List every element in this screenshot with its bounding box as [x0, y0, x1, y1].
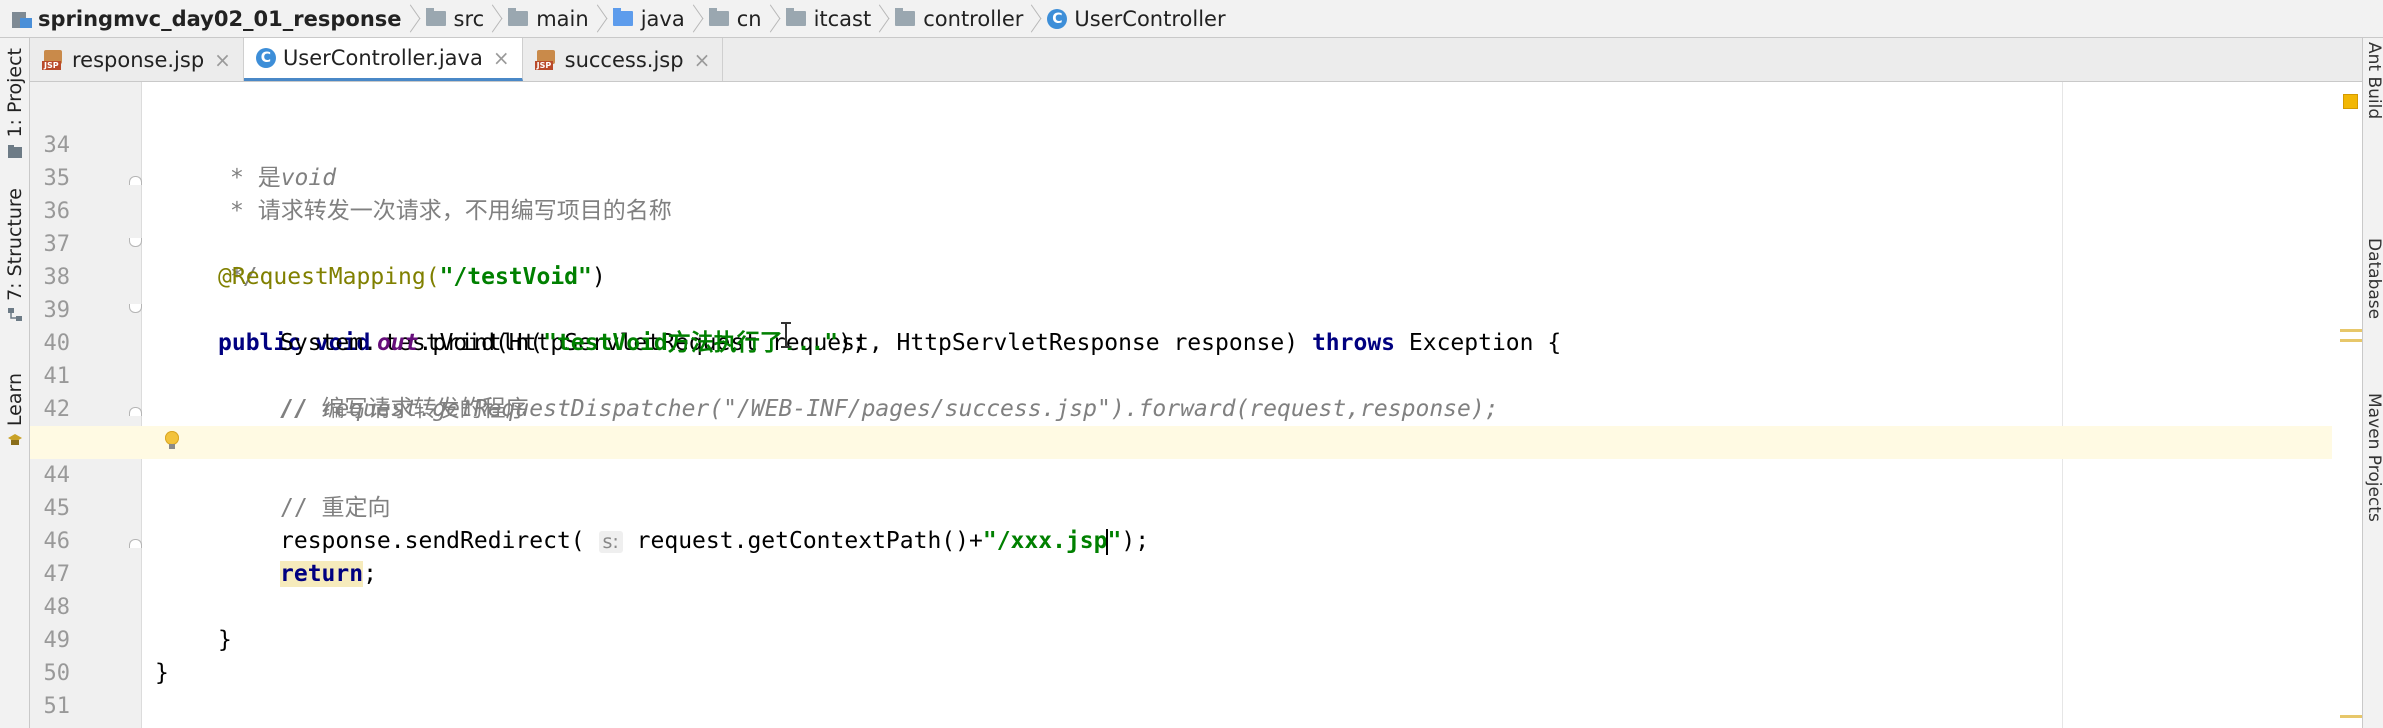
- breadcrumb-main[interactable]: main: [502, 0, 594, 38]
- breadcrumb-label: itcast: [813, 6, 872, 31]
- error-stripe-mark[interactable]: [2340, 329, 2362, 332]
- navigation-bar: springmvc_day02_01_response src main jav…: [0, 0, 2383, 38]
- breadcrumb-separator: [490, 0, 502, 38]
- editor-tabs: response.jsp × C UserController.java × s…: [30, 38, 2362, 82]
- code-line[interactable]: 36 */: [30, 162, 2332, 290]
- project-icon: [8, 144, 22, 158]
- breadcrumb-separator: [1029, 0, 1041, 38]
- tool-window-project[interactable]: 1: Project: [2, 48, 28, 160]
- breadcrumb-label: springmvc_day02_01_response: [38, 6, 402, 31]
- package-icon: [895, 8, 916, 26]
- code-line[interactable]: 38 public void testVoid(HttpServletReque…: [30, 228, 2332, 356]
- tab-label: success.jsp: [564, 47, 684, 72]
- warning-status-icon[interactable]: [2343, 94, 2358, 109]
- close-icon[interactable]: ×: [694, 48, 711, 72]
- code-line[interactable]: 39 System.out.println("testVoid方法执行了..."…: [30, 261, 2332, 356]
- code-line[interactable]: 40 // 编写请求转发的程序: [30, 294, 2332, 422]
- jsp-file-icon: [534, 49, 557, 70]
- fold-icon[interactable]: [128, 403, 142, 416]
- tab-label: response.jsp: [72, 47, 205, 72]
- breadcrumb-label: java: [640, 6, 685, 31]
- fold-icon[interactable]: [128, 172, 142, 185]
- code-line[interactable]: 34 * 是void: [30, 96, 2332, 191]
- code-line[interactable]: 52: [30, 690, 2332, 728]
- module-icon: [12, 10, 32, 28]
- tool-window-ant-build[interactable]: Ant Build: [2364, 42, 2383, 119]
- code-line[interactable]: 50: [30, 624, 2332, 686]
- breadcrumb-label: main: [536, 6, 589, 31]
- code-line[interactable]: 47 }: [30, 525, 2332, 653]
- tab-response-jsp[interactable]: response.jsp ×: [30, 38, 244, 81]
- mouse-ibeam-cursor-icon: [781, 322, 791, 348]
- code-line[interactable]: 49 }: [30, 591, 2332, 686]
- breadcrumb-module[interactable]: springmvc_day02_01_response: [6, 0, 408, 38]
- right-tool-strip: Ant Build Database Maven Projects: [2362, 38, 2383, 728]
- breadcrumb-controller[interactable]: controller: [889, 0, 1029, 38]
- tool-window-label: 7: Structure: [4, 188, 26, 301]
- code-line[interactable]: 43 // 重定向: [30, 393, 2332, 521]
- folder-icon: [508, 8, 529, 26]
- package-icon: [785, 8, 806, 26]
- tab-usercontroller-java[interactable]: C UserController.java ×: [243, 38, 523, 81]
- intention-bulb-icon[interactable]: [165, 431, 179, 449]
- breadcrumb-src[interactable]: src: [420, 0, 491, 38]
- breadcrumb-label: controller: [923, 6, 1024, 31]
- folder-icon: [425, 8, 446, 26]
- breadcrumb-separator: [595, 0, 607, 38]
- breadcrumb-label: UserController: [1074, 6, 1226, 31]
- class-icon: C: [255, 48, 276, 68]
- code-line-current[interactable]: 44 response.sendRedirect( s: request.get…: [30, 426, 2332, 555]
- breadcrumb-usercontroller[interactable]: C UserController: [1041, 0, 1231, 38]
- close-icon[interactable]: ×: [493, 46, 510, 70]
- code-line[interactable]: 48: [30, 558, 2332, 620]
- structure-icon: [8, 307, 22, 321]
- breadcrumb-separator: [768, 0, 780, 38]
- left-tool-strip: 1: Project 7: Structure Learn: [0, 38, 30, 728]
- error-stripe-mark[interactable]: [2340, 339, 2362, 342]
- fold-icon[interactable]: [128, 535, 142, 548]
- code-line[interactable]: 41 // request.getRequestDispatcher("/WEB…: [30, 327, 2332, 422]
- tab-success-jsp[interactable]: success.jsp ×: [523, 38, 724, 81]
- tool-window-structure[interactable]: 7: Structure: [2, 188, 28, 323]
- learn-icon: [8, 434, 22, 446]
- code-line[interactable]: 45: [30, 459, 2332, 521]
- breadcrumb-label: cn: [736, 6, 762, 31]
- tool-window-label: 1: Project: [4, 48, 26, 138]
- tab-label: UserController.java: [282, 46, 483, 70]
- breadcrumb-label: src: [453, 6, 485, 31]
- package-icon: [708, 8, 729, 26]
- fold-icon[interactable]: [128, 304, 142, 316]
- code-line[interactable]: 37 @RequestMapping("/testVoid"): [30, 195, 2332, 290]
- breadcrumb-separator: [691, 0, 703, 38]
- code-line[interactable]: 46 return;: [30, 492, 2332, 587]
- class-icon: C: [1047, 8, 1068, 29]
- breadcrumb-separator: [877, 0, 889, 38]
- code-line[interactable]: 51: [30, 657, 2332, 719]
- code-line[interactable]: 35 * 请求转发一次请求，不用编写项目的名称: [30, 129, 2332, 224]
- code-line[interactable]: 42: [30, 360, 2332, 422]
- line-number: 52: [30, 723, 71, 728]
- tool-window-database[interactable]: Database: [2364, 238, 2383, 319]
- source-folder-icon: [612, 8, 633, 26]
- breadcrumb-java[interactable]: java: [607, 0, 691, 38]
- tool-window-maven-projects[interactable]: Maven Projects: [2364, 393, 2383, 522]
- error-stripe-mark[interactable]: [2340, 715, 2362, 718]
- code-editor[interactable]: 34 * 是void 35 * 请求转发一次请求，不用编写项目的名称 36 */…: [30, 82, 2362, 728]
- breadcrumb-cn[interactable]: cn: [703, 0, 768, 38]
- fold-icon[interactable]: [128, 238, 142, 250]
- tool-window-label: Learn: [4, 373, 26, 427]
- breadcrumb-separator: [408, 0, 420, 38]
- close-icon[interactable]: ×: [214, 48, 231, 72]
- jsp-file-icon: [42, 49, 64, 70]
- tool-window-learn[interactable]: Learn: [2, 373, 28, 448]
- breadcrumb-itcast[interactable]: itcast: [780, 0, 878, 38]
